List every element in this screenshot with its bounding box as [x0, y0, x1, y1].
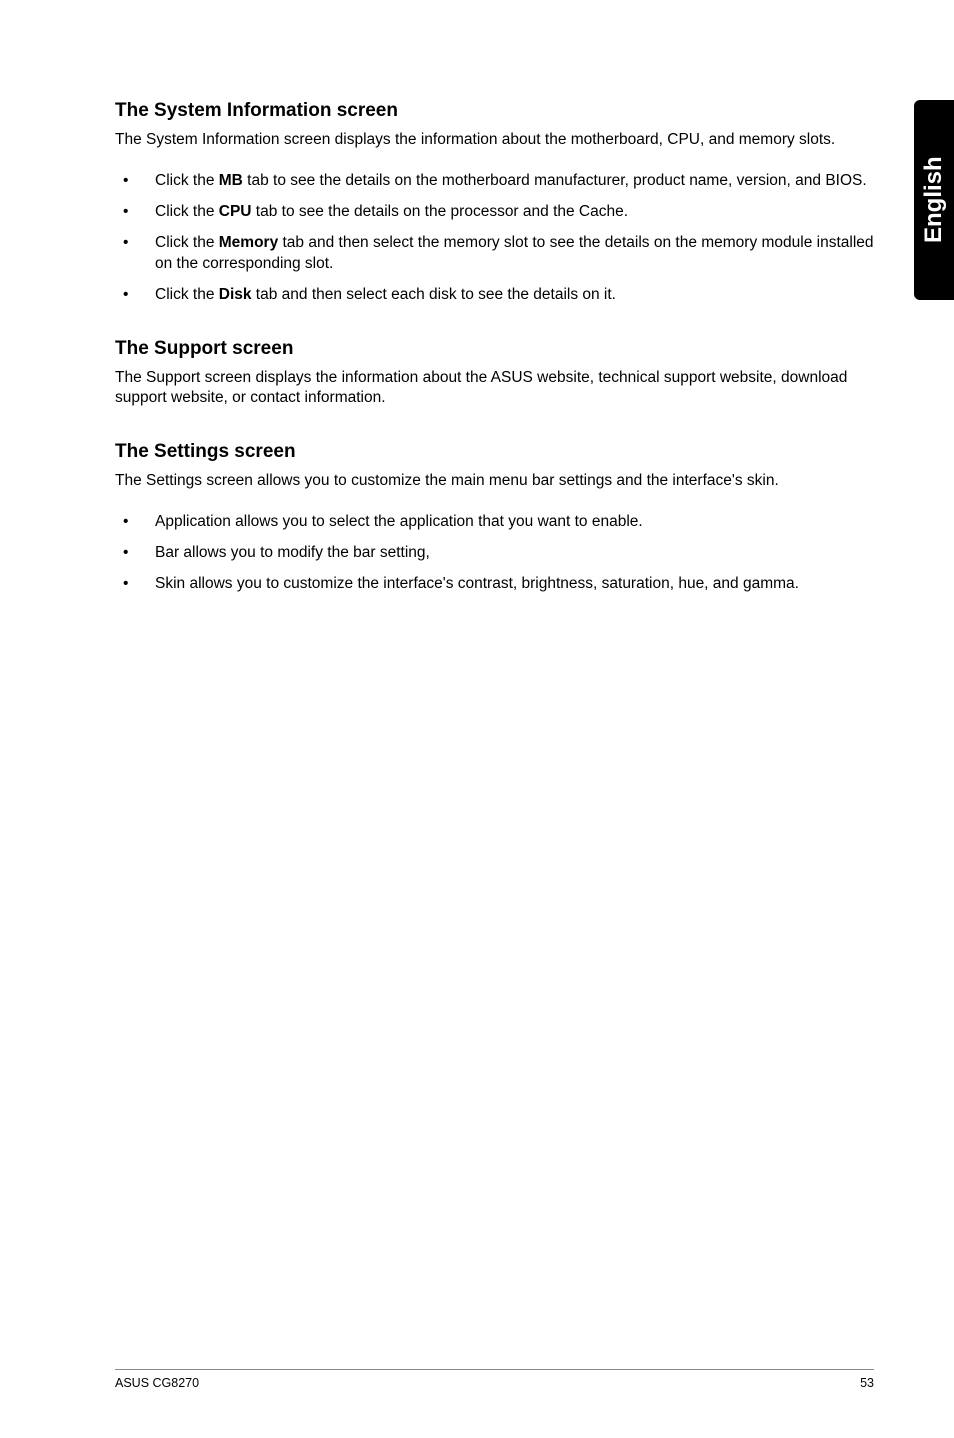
list-item: • Click the Memory tab and then select t…	[115, 233, 874, 275]
settings-intro: The Settings screen allows you to custom…	[115, 471, 874, 492]
bullet-icon: •	[123, 202, 128, 223]
settings-heading: The Settings screen	[115, 441, 874, 463]
support-heading: The Support screen	[115, 338, 874, 360]
bullet-icon: •	[123, 285, 128, 306]
page-content: The System Information screen The System…	[0, 0, 954, 595]
footer-left: ASUS CG8270	[115, 1376, 199, 1390]
list-item: • Skin allows you to customize the inter…	[115, 574, 874, 595]
sysinfo-heading: The System Information screen	[115, 100, 874, 122]
text-pre: Click the	[155, 234, 219, 251]
list-item: • Click the MB tab to see the details on…	[115, 171, 874, 192]
support-intro: The Support screen displays the informat…	[115, 368, 874, 410]
support-section: The Support screen The Support screen di…	[115, 338, 874, 410]
list-item: • Click the CPU tab to see the details o…	[115, 202, 874, 223]
footer-right: 53	[860, 1376, 874, 1390]
sysinfo-intro: The System Information screen displays t…	[115, 130, 874, 151]
text: Bar allows you to modify the bar setting…	[155, 544, 430, 561]
system-information-section: The System Information screen The System…	[115, 100, 874, 306]
list-item: • Bar allows you to modify the bar setti…	[115, 543, 874, 564]
text-post: tab to see the details on the processor …	[251, 203, 628, 220]
text-post: tab to see the details on the motherboar…	[243, 172, 867, 189]
bullet-icon: •	[123, 171, 128, 192]
text-bold: Disk	[219, 286, 252, 303]
language-tab: English	[914, 100, 954, 300]
text-pre: Click the	[155, 203, 219, 220]
list-item: • Application allows you to select the a…	[115, 512, 874, 533]
settings-section: The Settings screen The Settings screen …	[115, 441, 874, 595]
text-bold: CPU	[219, 203, 252, 220]
list-item: • Click the Disk tab and then select eac…	[115, 285, 874, 306]
sysinfo-list: • Click the MB tab to see the details on…	[115, 171, 874, 306]
page-footer: ASUS CG8270 53	[115, 1369, 874, 1390]
text-bold: MB	[219, 172, 243, 189]
bullet-icon: •	[123, 574, 128, 595]
text-post: tab and then select each disk to see the…	[252, 286, 617, 303]
text: Skin allows you to customize the interfa…	[155, 575, 799, 592]
text-pre: Click the	[155, 286, 219, 303]
text: Application allows you to select the app…	[155, 513, 643, 530]
text-bold: Memory	[219, 234, 278, 251]
bullet-icon: •	[123, 233, 128, 254]
text-pre: Click the	[155, 172, 219, 189]
bullet-icon: •	[123, 512, 128, 533]
bullet-icon: •	[123, 543, 128, 564]
settings-list: • Application allows you to select the a…	[115, 512, 874, 595]
